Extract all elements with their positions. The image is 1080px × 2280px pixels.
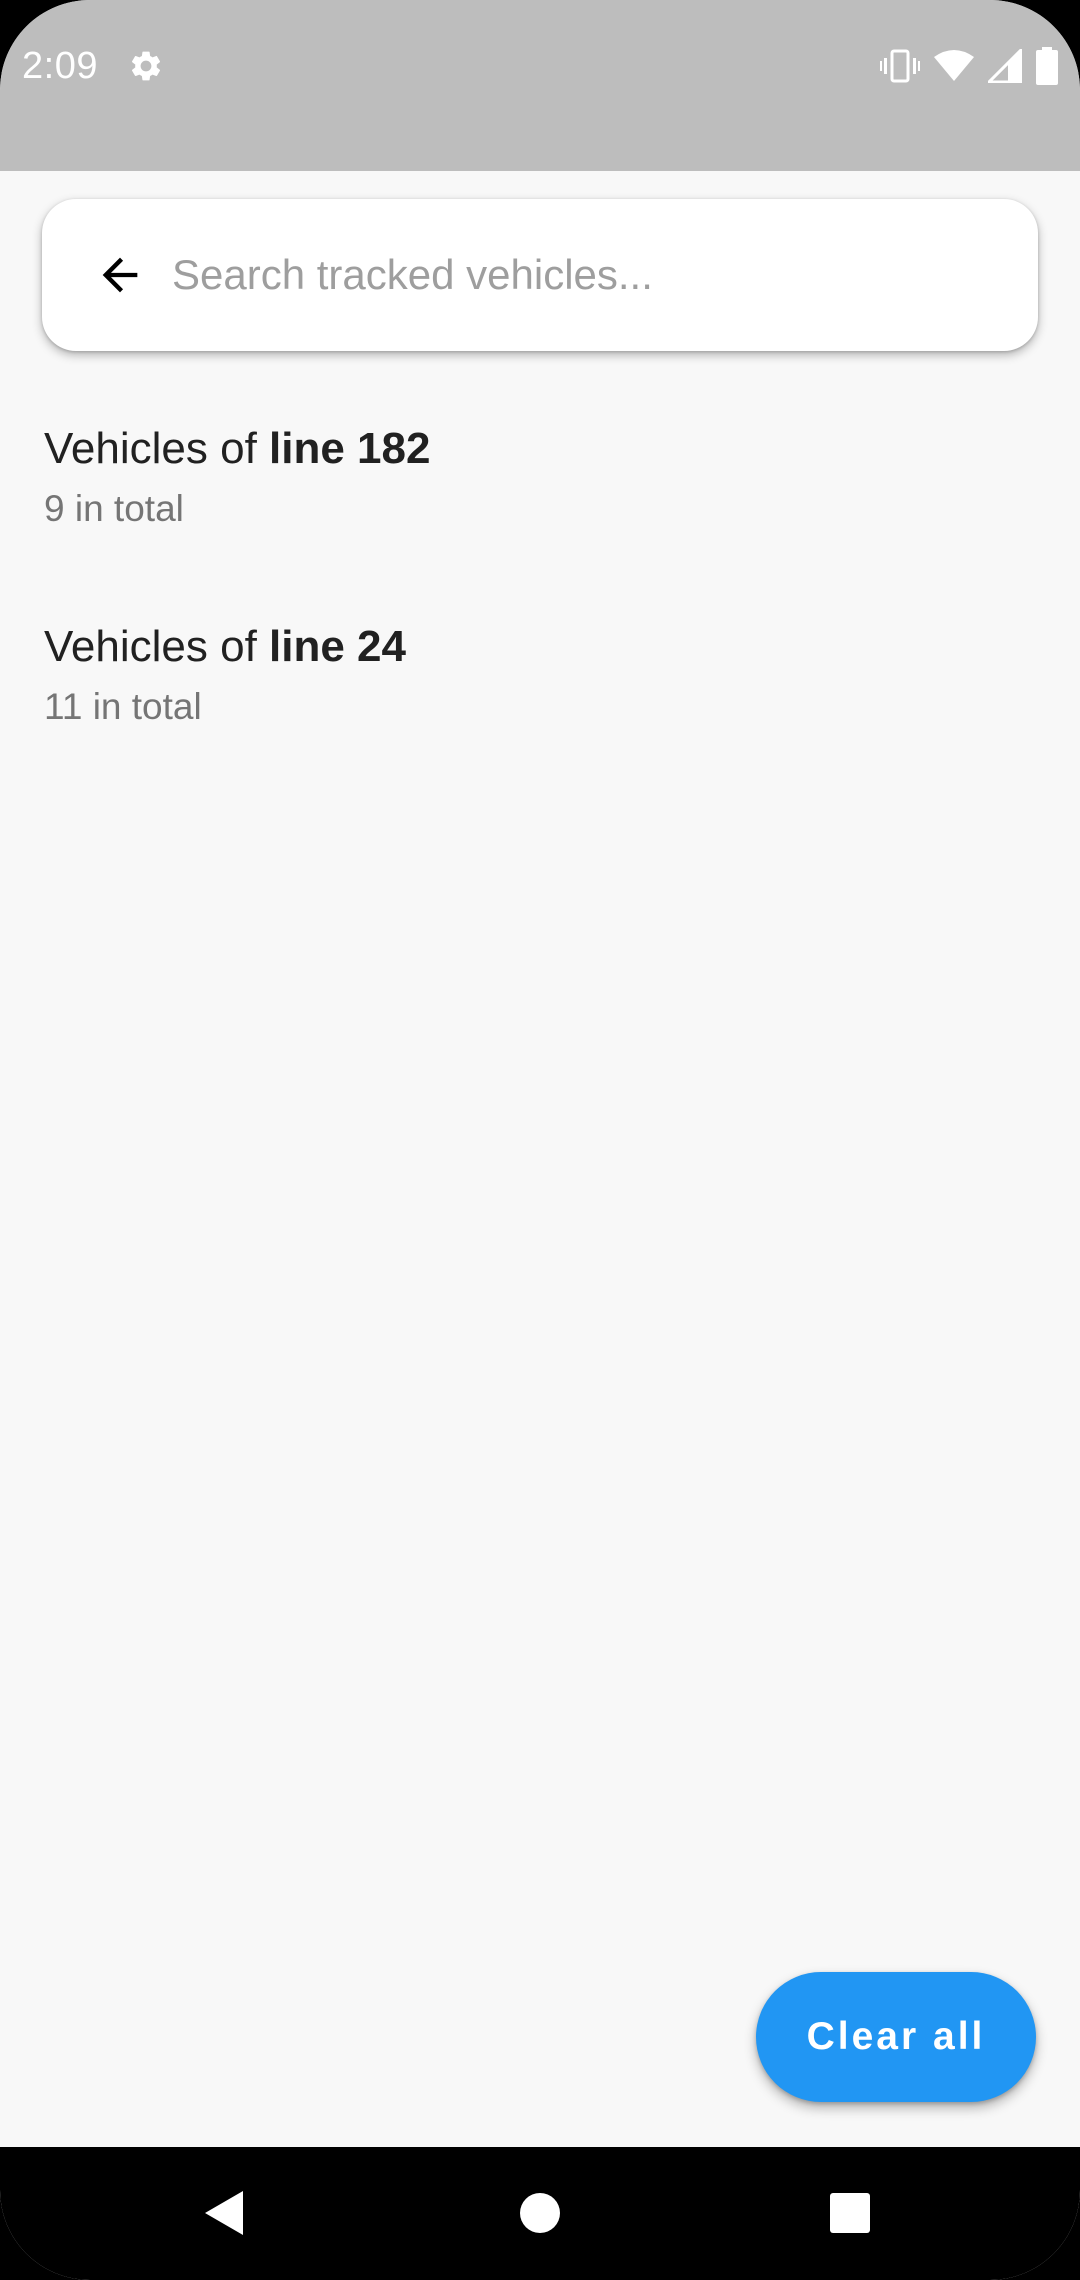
settings-icon (131, 51, 161, 81)
arrow-back-icon (102, 257, 138, 293)
status-icons (880, 46, 1058, 86)
nav-home-button[interactable] (495, 2171, 585, 2255)
list-item-title: Vehicles of line 24 (44, 622, 406, 672)
line-number: line 182 (269, 424, 431, 473)
back-triangle-icon (205, 2191, 243, 2235)
navigation-bar (0, 2147, 1080, 2280)
list-item-count: 11 in total (44, 686, 202, 727)
list-item-title: Vehicles of line 182 (44, 424, 430, 474)
wifi-icon (934, 50, 974, 81)
status-time: 2:09 (22, 45, 98, 87)
nav-recents-button[interactable] (805, 2171, 895, 2255)
tracked-lines-list: Vehicles of line 182 9 in total Vehicles… (0, 388, 1080, 784)
title-prefix: Vehicles of (44, 622, 270, 671)
clear-all-button[interactable]: Clear all (756, 1972, 1036, 2102)
list-item-count: 9 in total (44, 488, 184, 529)
battery-icon (1036, 47, 1058, 85)
recents-square-icon (830, 2193, 870, 2233)
screen: 2:09 Search tracked vehicles... Vehicles… (0, 0, 1080, 2280)
home-circle-icon (520, 2193, 560, 2233)
list-item[interactable]: Vehicles of line 24 11 in total (0, 586, 1080, 784)
signal-icon (988, 49, 1022, 83)
back-button[interactable] (82, 237, 158, 313)
title-prefix: Vehicles of (44, 424, 270, 473)
status-bar: 2:09 (0, 0, 1080, 171)
vibrate-icon (880, 49, 920, 83)
nav-back-button[interactable] (180, 2171, 270, 2255)
search-bar (42, 199, 1038, 351)
list-item[interactable]: Vehicles of line 182 9 in total (0, 388, 1080, 586)
search-input[interactable] (172, 239, 992, 311)
line-number: line 24 (269, 622, 406, 671)
